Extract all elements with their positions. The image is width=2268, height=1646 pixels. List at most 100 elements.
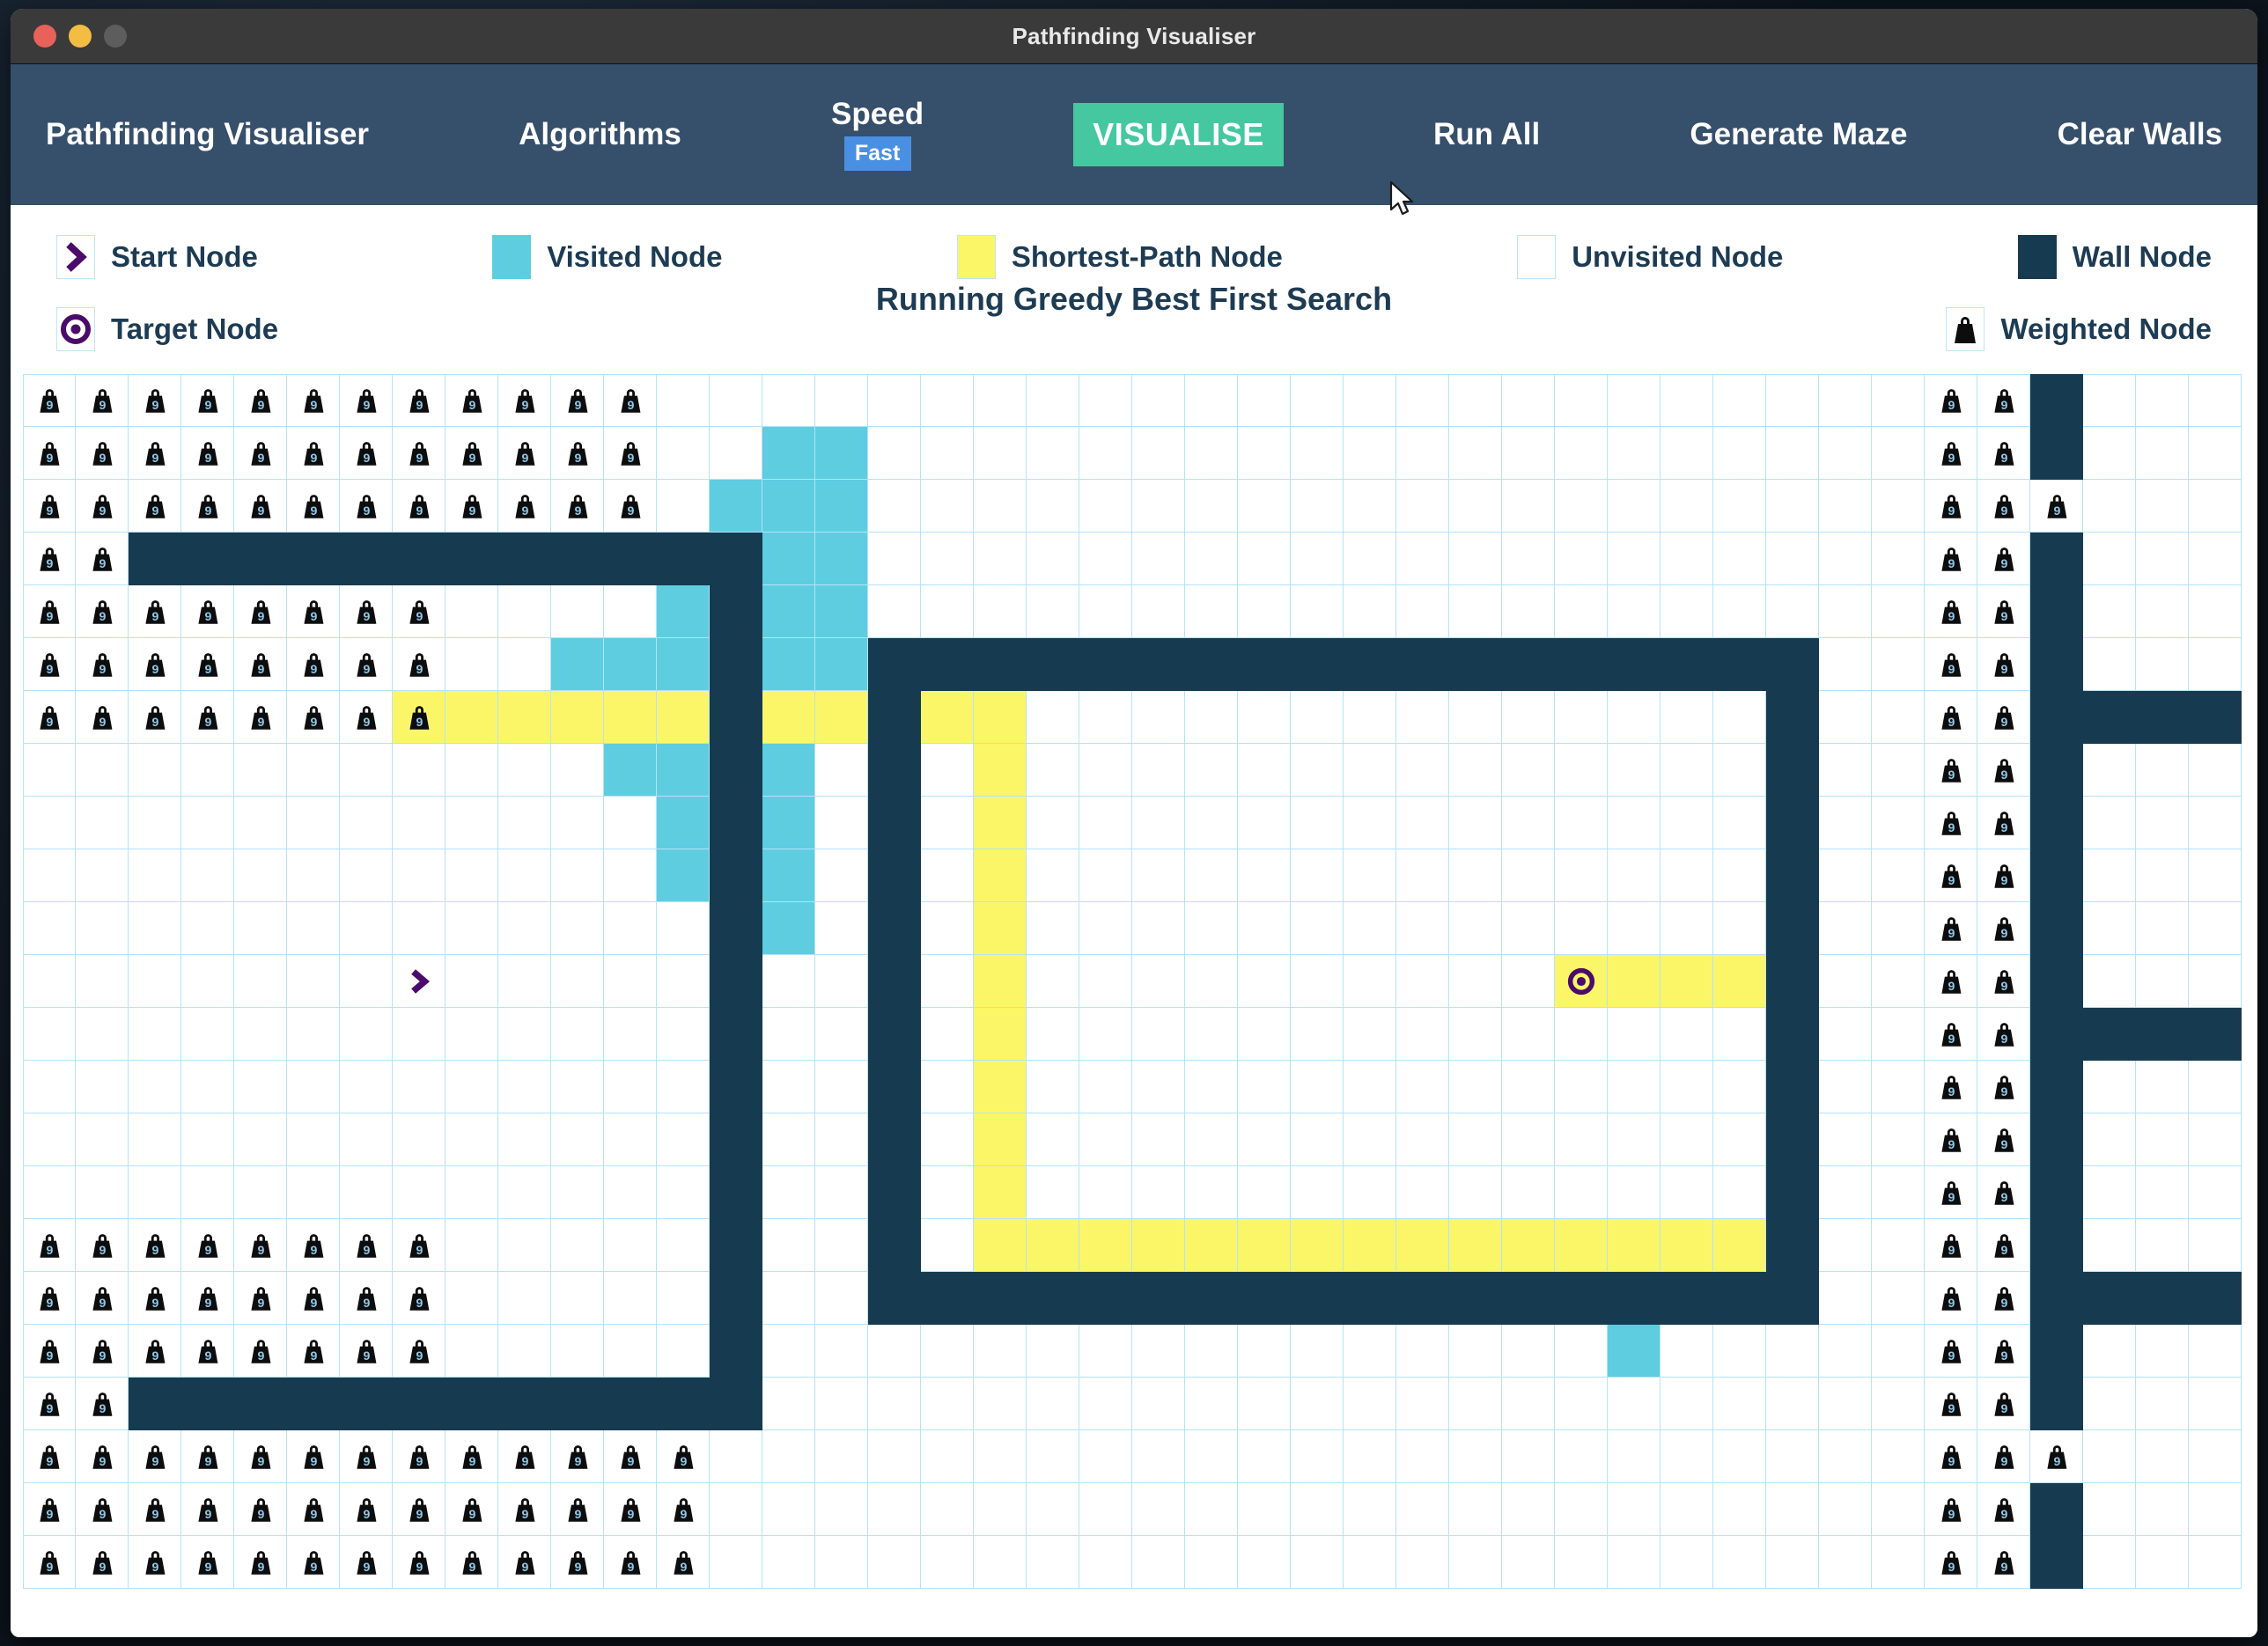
grid-cell-path[interactable] [1291, 1219, 1344, 1272]
grid-cell-unvisited[interactable] [1660, 1325, 1713, 1378]
grid-cell-unvisited[interactable] [76, 955, 129, 1008]
grid-cell-wall[interactable] [129, 533, 181, 585]
grid-cell-weighted[interactable]: 9 [1977, 691, 2030, 744]
grid-cell-unvisited[interactable] [1185, 427, 1238, 480]
grid-cell-weighted[interactable]: 9 [393, 585, 446, 638]
grid-cell-unvisited[interactable] [1132, 480, 1185, 533]
grid-cell-unvisited[interactable] [815, 1272, 868, 1325]
grid-cell-unvisited[interactable] [1502, 585, 1555, 638]
grid-cell-unvisited[interactable] [446, 1166, 498, 1219]
grid-cell-wall[interactable] [287, 1378, 340, 1430]
grid-cell-unvisited[interactable] [1766, 1430, 1819, 1483]
grid-cell-unvisited[interactable] [340, 955, 393, 1008]
grid-cell-unvisited[interactable] [1660, 480, 1713, 533]
grid-cell-unvisited[interactable] [181, 955, 234, 1008]
grid-cell-wall[interactable] [1766, 1113, 1819, 1166]
grid-cell-weighted[interactable]: 9 [234, 1536, 287, 1589]
grid-cell-unvisited[interactable] [1027, 691, 1079, 744]
grid-cell-wall[interactable] [340, 533, 393, 585]
grid-cell-weighted[interactable]: 9 [1925, 1008, 1977, 1061]
grid-cell-unvisited[interactable] [181, 902, 234, 955]
grid-cell-wall[interactable] [2030, 1166, 2083, 1219]
grid-cell-unvisited[interactable] [1713, 1008, 1766, 1061]
grid-cell-unvisited[interactable] [1660, 849, 1713, 902]
grid-cell-unvisited[interactable] [234, 902, 287, 955]
grid-cell-unvisited[interactable] [762, 1219, 815, 1272]
grid-cell-wall[interactable] [710, 955, 762, 1008]
grid-cell-weighted[interactable]: 9 [234, 585, 287, 638]
grid-cell-unvisited[interactable] [1291, 849, 1344, 902]
grid-cell-unvisited[interactable] [2136, 1325, 2189, 1378]
grid-cell-unvisited[interactable] [1238, 533, 1291, 585]
grid-cell-unvisited[interactable] [815, 744, 868, 797]
grid-cell-unvisited[interactable] [1608, 1113, 1660, 1166]
grid-cell-unvisited[interactable] [2189, 374, 2242, 427]
nav-speed-control[interactable]: Speed Fast [831, 99, 924, 171]
grid-cell-unvisited[interactable] [498, 744, 551, 797]
grid-cell-unvisited[interactable] [498, 1166, 551, 1219]
grid-cell-unvisited[interactable] [815, 1536, 868, 1589]
grid-cell-unvisited[interactable] [1238, 955, 1291, 1008]
grid-cell-unvisited[interactable] [498, 1325, 551, 1378]
grid-cell-unvisited[interactable] [1660, 533, 1713, 585]
grid-cell-weighted[interactable]: 9 [129, 480, 181, 533]
grid-cell-weighted[interactable]: 9 [76, 1483, 129, 1536]
grid-cell-unvisited[interactable] [23, 955, 76, 1008]
grid-cell-unvisited[interactable] [1713, 902, 1766, 955]
grid-cell-unvisited[interactable] [1079, 1536, 1132, 1589]
grid-cell-weighted[interactable]: 9 [76, 1272, 129, 1325]
grid-cell-unvisited[interactable] [1027, 480, 1079, 533]
grid-cell-unvisited[interactable] [762, 1113, 815, 1166]
grid-cell-unvisited[interactable] [657, 480, 710, 533]
grid-cell-unvisited[interactable] [551, 1166, 604, 1219]
grid-cell-weighted[interactable]: 9 [393, 691, 446, 744]
grid-cell-unvisited[interactable] [1132, 1430, 1185, 1483]
grid-cell-unvisited[interactable] [1027, 902, 1079, 955]
grid-cell-weighted[interactable]: 9 [23, 585, 76, 638]
grid-cell-unvisited[interactable] [921, 1483, 974, 1536]
grid-cell-unvisited[interactable] [1185, 1430, 1238, 1483]
grid-cell-unvisited[interactable] [974, 1325, 1027, 1378]
grid-cell-unvisited[interactable] [1344, 744, 1396, 797]
grid-cell-path[interactable] [1185, 1219, 1238, 1272]
grid-cell-unvisited[interactable] [23, 744, 76, 797]
grid-cell-path[interactable] [1555, 1219, 1608, 1272]
grid-cell-unvisited[interactable] [1555, 1008, 1608, 1061]
grid-cell-weighted[interactable]: 9 [23, 427, 76, 480]
grid-cell-wall[interactable] [1238, 638, 1291, 691]
grid-cell-unvisited[interactable] [1449, 797, 1502, 849]
grid-cell-unvisited[interactable] [1027, 1008, 1079, 1061]
grid-cell-unvisited[interactable] [234, 849, 287, 902]
grid-cell-unvisited[interactable] [551, 1325, 604, 1378]
grid-cell-unvisited[interactable] [710, 1430, 762, 1483]
grid-cell-path[interactable] [604, 691, 657, 744]
grid-cell-unvisited[interactable] [551, 1061, 604, 1113]
grid-cell-unvisited[interactable] [1819, 1113, 1872, 1166]
grid-cell-unvisited[interactable] [1291, 533, 1344, 585]
grid-cell-unvisited[interactable] [1766, 1378, 1819, 1430]
grid-cell-unvisited[interactable] [1608, 902, 1660, 955]
grid-cell-weighted[interactable]: 9 [1977, 902, 2030, 955]
grid-cell-wall[interactable] [1449, 638, 1502, 691]
grid-cell-unvisited[interactable] [1132, 585, 1185, 638]
grid-cell-unvisited[interactable] [340, 1166, 393, 1219]
grid-cell-unvisited[interactable] [1660, 1430, 1713, 1483]
grid-cell-wall[interactable] [1344, 1272, 1396, 1325]
grid-cell-wall[interactable] [2083, 1272, 2136, 1325]
grid-cell-unvisited[interactable] [446, 744, 498, 797]
grid-cell-unvisited[interactable] [1238, 374, 1291, 427]
grid-cell-weighted[interactable]: 9 [76, 480, 129, 533]
grid-cell-wall[interactable] [2136, 1272, 2189, 1325]
grid-cell-unvisited[interactable] [2189, 849, 2242, 902]
grid-cell-unvisited[interactable] [1660, 374, 1713, 427]
nav-algorithms[interactable]: Algorithms [519, 117, 681, 152]
grid-cell-target[interactable] [1555, 955, 1608, 1008]
grid-cell-unvisited[interactable] [340, 902, 393, 955]
grid-cell-weighted[interactable]: 9 [129, 1483, 181, 1536]
grid-cell-unvisited[interactable] [1291, 1378, 1344, 1430]
grid-cell-weighted[interactable]: 9 [23, 480, 76, 533]
grid-cell-unvisited[interactable] [1555, 585, 1608, 638]
grid-cell-unvisited[interactable] [1344, 1008, 1396, 1061]
grid-cell-unvisited[interactable] [1396, 480, 1449, 533]
grid-cell-unvisited[interactable] [1872, 691, 1925, 744]
